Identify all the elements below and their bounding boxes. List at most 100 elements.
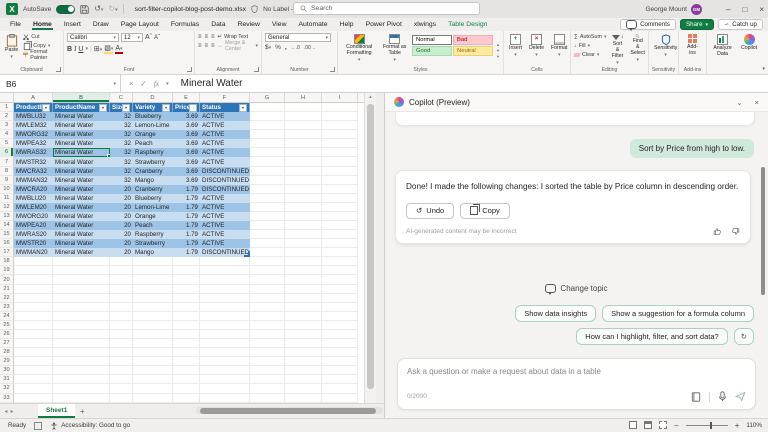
cell-F19[interactable] [200, 266, 250, 275]
cell-F3[interactable]: ACTIVE [200, 121, 250, 130]
cell-E10[interactable]: 1.79 [173, 185, 200, 194]
cell-I20[interactable] [322, 275, 358, 284]
cell-C12[interactable]: 20 [110, 203, 133, 212]
cell-G11[interactable] [250, 194, 285, 203]
row-header-32[interactable]: 32 [0, 384, 14, 393]
row-header-21[interactable]: 21 [0, 285, 14, 294]
cell-E16[interactable]: 1.79 [173, 239, 200, 248]
cell-A5[interactable]: MWPEA32 [14, 139, 53, 148]
cell-F33[interactable] [200, 394, 250, 403]
cell-H27[interactable] [285, 339, 322, 348]
column-header-I[interactable]: I [322, 93, 358, 102]
align-top-icon[interactable]: ≡ [198, 34, 202, 40]
cell-D5[interactable]: Peach [133, 139, 173, 148]
cell-H24[interactable] [285, 312, 322, 321]
cell-C25[interactable] [110, 321, 133, 330]
cell-H21[interactable] [285, 285, 322, 294]
cell-E24[interactable] [173, 312, 200, 321]
cell-G7[interactable] [250, 157, 285, 166]
cell-C30[interactable] [110, 366, 133, 375]
cell-B5[interactable]: Mineral Water [53, 139, 110, 148]
avatar[interactable]: GM [691, 4, 702, 15]
cell-A10[interactable]: MWCRA20 [14, 185, 53, 194]
cell-A32[interactable] [14, 384, 53, 393]
cell-H19[interactable] [285, 266, 322, 275]
cell-E19[interactable] [173, 266, 200, 275]
cell-F1[interactable]: Status▾ [200, 103, 250, 112]
cell-C17[interactable]: 20 [110, 248, 133, 257]
zoom-in-button[interactable]: + [735, 421, 740, 430]
cell-E2[interactable]: 3.69 [173, 112, 200, 121]
font-dialog-launcher[interactable] [187, 67, 192, 72]
share-button[interactable]: Share▾ [680, 19, 714, 30]
row-header-30[interactable]: 30 [0, 366, 14, 375]
cell-D20[interactable] [133, 275, 173, 284]
cell-E20[interactable] [173, 275, 200, 284]
cell-C14[interactable]: 20 [110, 221, 133, 230]
cell-I18[interactable] [322, 257, 358, 266]
cell-D6[interactable]: Raspberry [133, 148, 173, 157]
cell-A12[interactable]: MWLEM20 [14, 203, 53, 212]
tab-help[interactable]: Help [334, 20, 360, 29]
zoom-slider-thumb[interactable] [710, 422, 713, 429]
row-header-33[interactable]: 33 [0, 394, 14, 403]
borders-button[interactable]: ⊞▾ [94, 45, 102, 53]
cell-E21[interactable] [173, 285, 200, 294]
cell-F25[interactable] [200, 321, 250, 330]
vertical-scrollbar[interactable]: ▲ [364, 93, 376, 403]
cell-D13[interactable]: Orange [133, 212, 173, 221]
merge-center-button[interactable]: ↔Merge & Center▾ [218, 42, 258, 50]
cell-I21[interactable] [322, 285, 358, 294]
row-header-14[interactable]: 14 [0, 221, 14, 230]
cell-A31[interactable] [14, 375, 53, 384]
row-header-10[interactable]: 10 [0, 185, 14, 194]
decrease-font-icon[interactable]: Aˇ [154, 35, 160, 41]
cell-G20[interactable] [250, 275, 285, 284]
clipboard-dialog-launcher[interactable] [56, 67, 61, 72]
suggestion-chip-show-a-suggestion-for-a-[interactable]: Show a suggestion for a formula column [602, 305, 754, 322]
search-input[interactable]: Search [293, 2, 480, 15]
cell-E25[interactable] [173, 321, 200, 330]
cell-D27[interactable] [133, 339, 173, 348]
cell-B14[interactable]: Mineral Water [53, 221, 110, 230]
cell-A16[interactable]: MWSTR20 [14, 239, 53, 248]
account[interactable]: George Mount GM [645, 0, 702, 18]
align-center-icon[interactable]: ≡ [205, 43, 209, 49]
cell-A23[interactable] [14, 303, 53, 312]
cell-B24[interactable] [53, 312, 110, 321]
cell-E28[interactable] [173, 348, 200, 357]
number-dialog-launcher[interactable] [330, 67, 335, 72]
cell-F21[interactable] [200, 285, 250, 294]
cell-B19[interactable] [53, 266, 110, 275]
row-header-11[interactable]: 11 [0, 194, 14, 203]
tab-draw[interactable]: Draw [87, 20, 115, 29]
cell-I25[interactable] [322, 321, 358, 330]
cell-G29[interactable] [250, 357, 285, 366]
insert-cells-button[interactable]: +Insert▾ [507, 33, 524, 65]
cell-H28[interactable] [285, 348, 322, 357]
cell-C23[interactable] [110, 303, 133, 312]
cell-I22[interactable] [322, 294, 358, 303]
row-header-12[interactable]: 12 [0, 203, 14, 212]
cell-G19[interactable] [250, 266, 285, 275]
cell-D3[interactable]: Lemon-Lime [133, 121, 173, 130]
cell-E14[interactable]: 1.79 [173, 221, 200, 230]
column-header-B[interactable]: B [53, 93, 110, 102]
cell-B21[interactable] [53, 285, 110, 294]
select-all-corner[interactable] [0, 93, 14, 102]
cell-H20[interactable] [285, 275, 322, 284]
cell-B28[interactable] [53, 348, 110, 357]
cell-F10[interactable]: DISCONTINUED [200, 185, 250, 194]
row-header-31[interactable]: 31 [0, 375, 14, 384]
cell-I2[interactable] [322, 112, 358, 121]
cell-C33[interactable] [110, 394, 133, 403]
align-middle-icon[interactable]: ≡ [205, 34, 209, 40]
cell-F29[interactable] [200, 357, 250, 366]
vertical-scrollbar-thumb[interactable] [367, 104, 374, 389]
zoom-out-button[interactable]: − [674, 421, 679, 430]
cell-H15[interactable] [285, 230, 322, 239]
cell-D33[interactable] [133, 394, 173, 403]
cell-H2[interactable] [285, 112, 322, 121]
cell-I10[interactable] [322, 185, 358, 194]
cell-D25[interactable] [133, 321, 173, 330]
